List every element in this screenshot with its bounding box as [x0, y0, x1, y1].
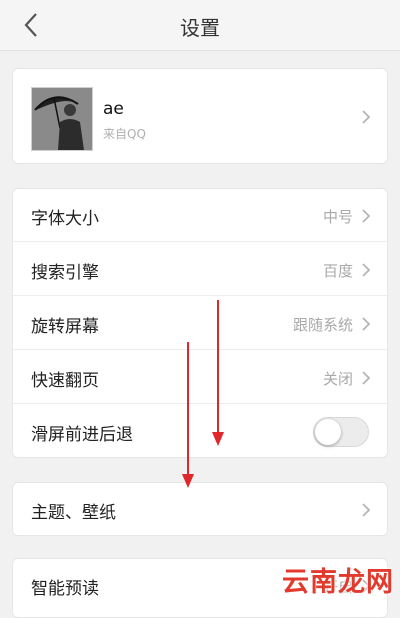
chevron-right-icon — [362, 317, 371, 331]
row-value: 中号 — [322, 208, 353, 226]
profile-source: 来自QQ — [103, 127, 146, 141]
chevron-right-icon — [362, 263, 371, 277]
row-label: 搜索引擎 — [31, 263, 99, 283]
chevron-right-icon — [362, 209, 371, 223]
row-label: 智能预读 — [31, 579, 99, 599]
theme-group: 主题、壁纸 — [12, 482, 388, 536]
chevron-right-icon — [362, 503, 371, 517]
fast-page-row[interactable]: 快速翻页 关闭 — [13, 351, 387, 404]
profile-name: ae — [103, 99, 124, 119]
swipe-navigation-row: 滑屏前进后退 — [13, 405, 387, 458]
font-size-row[interactable]: 字体大小 中号 — [13, 189, 387, 242]
rotate-screen-row[interactable]: 旋转屏幕 跟随系统 — [13, 297, 387, 350]
theme-wallpaper-row[interactable]: 主题、壁纸 — [13, 483, 387, 536]
row-label: 快速翻页 — [31, 371, 99, 391]
toggle-knob — [315, 419, 341, 445]
row-value: 跟随系统 — [292, 316, 353, 334]
page-title: 设置 — [180, 16, 220, 40]
row-value: 百度 — [322, 262, 353, 280]
chevron-right-icon — [362, 110, 371, 124]
swipe-navigation-toggle[interactable] — [313, 417, 369, 447]
profile-card[interactable]: ae 来自QQ — [12, 68, 388, 164]
row-value: 关闭 — [322, 370, 353, 388]
top-bar: 设置 — [0, 0, 400, 51]
avatar — [31, 87, 93, 151]
row-label: 滑屏前进后退 — [31, 425, 133, 445]
row-label: 旋转屏幕 — [31, 317, 99, 337]
watermark-logo: 云南龙网 — [282, 567, 394, 598]
search-engine-row[interactable]: 搜索引擎 百度 — [13, 243, 387, 296]
row-label: 主题、壁纸 — [31, 503, 116, 523]
row-label: 字体大小 — [31, 209, 99, 229]
settings-group: 字体大小 中号 搜索引擎 百度 旋转屏幕 跟随系统 快速翻页 关闭 滑屏前进后退 — [12, 188, 388, 458]
chevron-right-icon — [362, 371, 371, 385]
